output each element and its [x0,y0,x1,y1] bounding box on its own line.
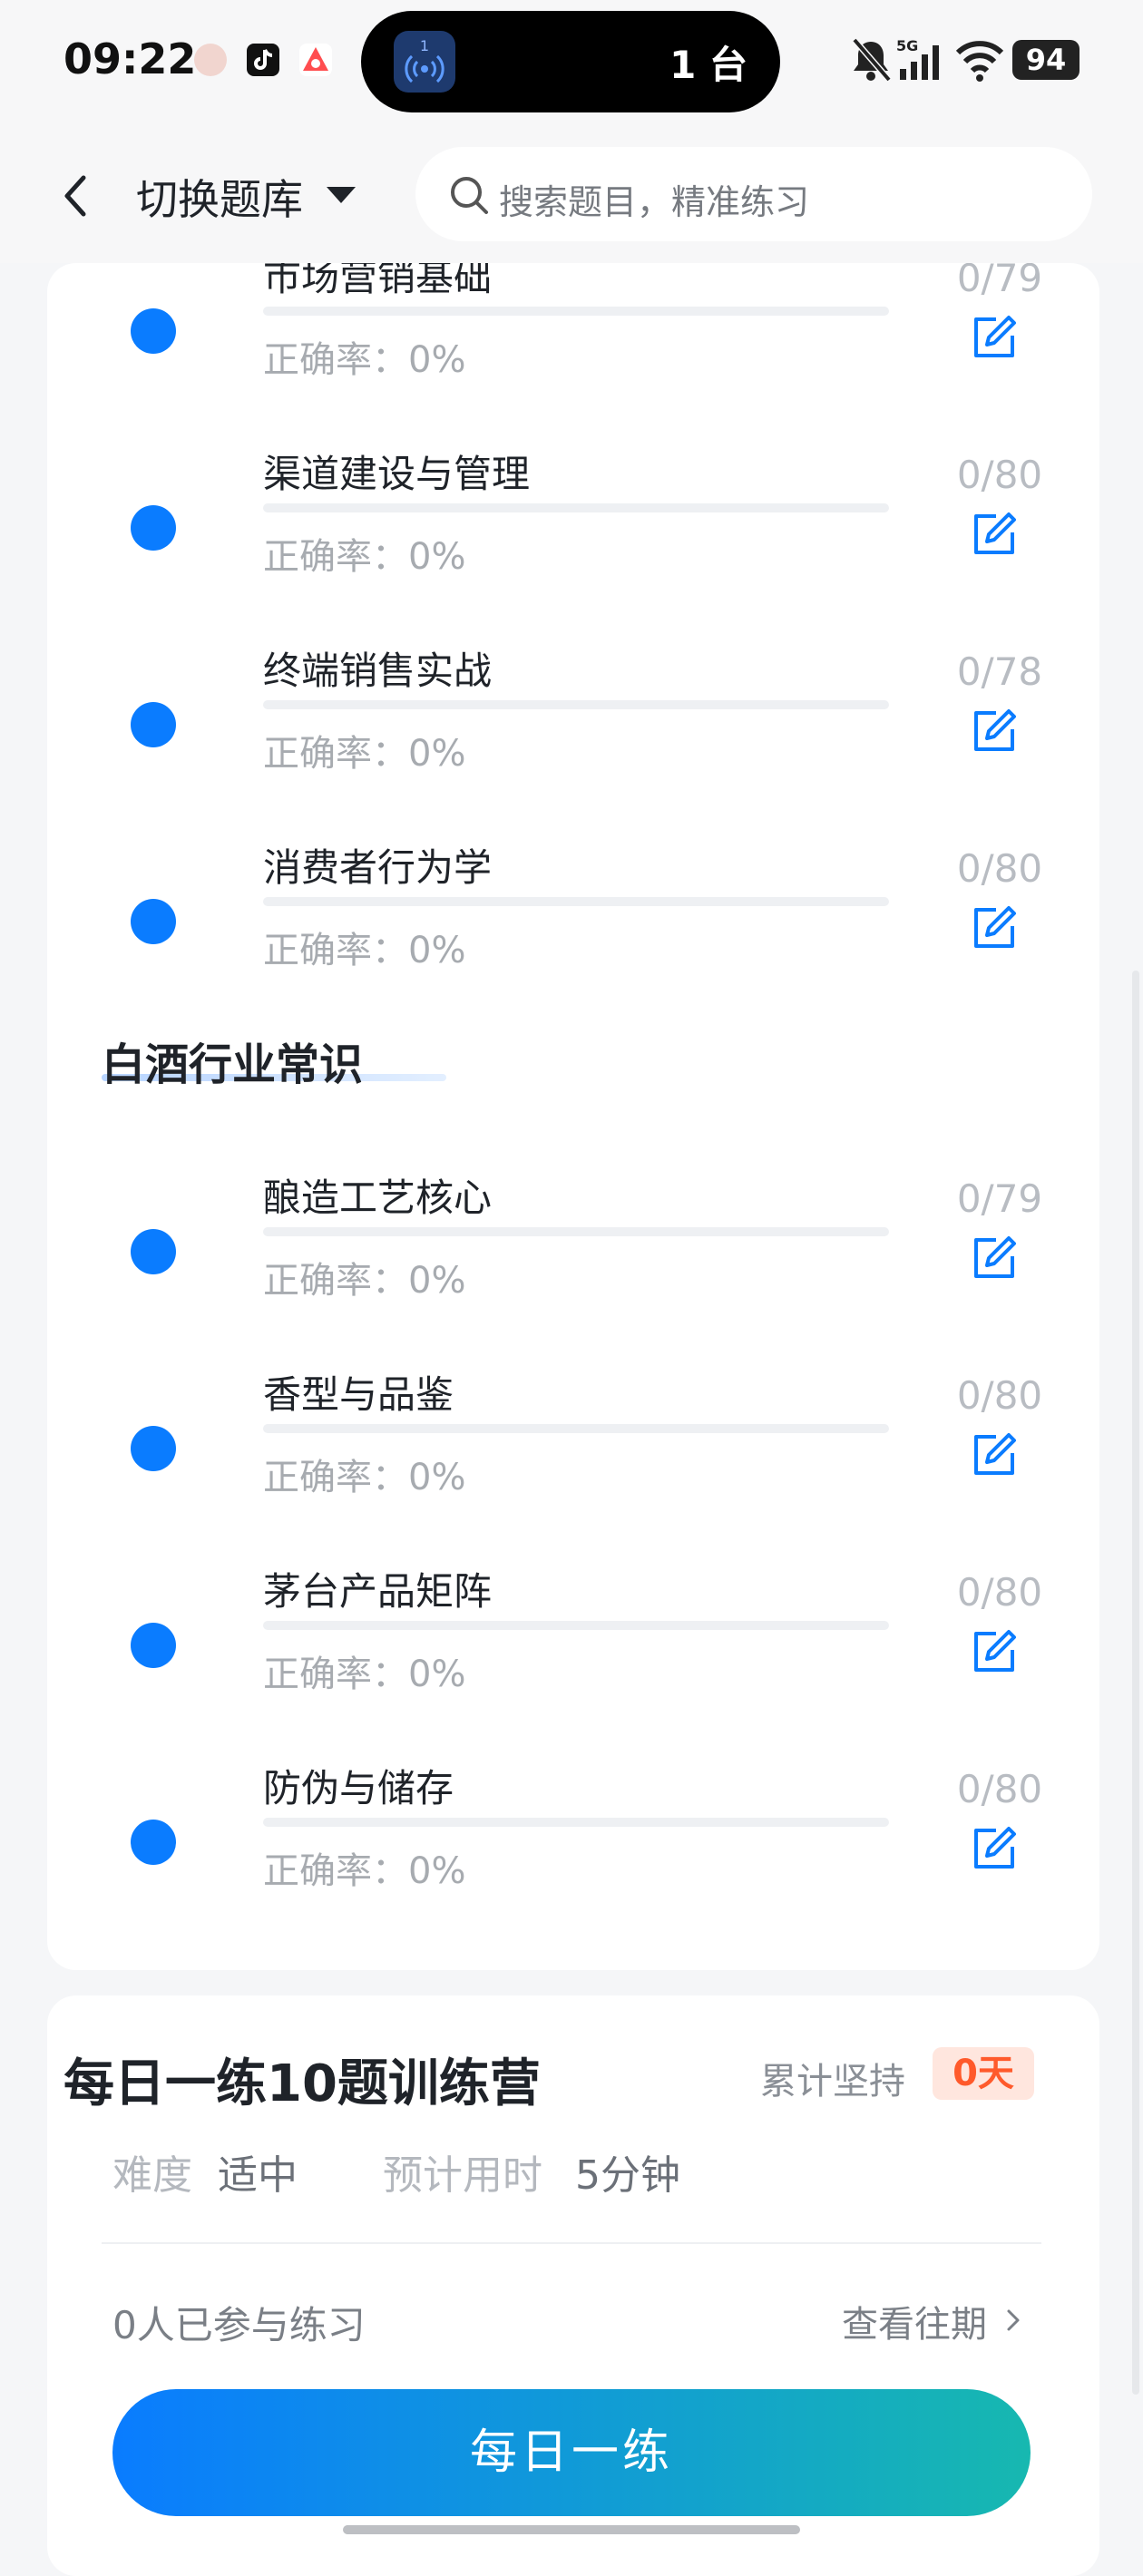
broadcast-icon: 1 [394,31,455,93]
top-nav: 切换题库 搜索题目，精准练习 [0,127,1143,263]
home-indicator[interactable] [343,2525,800,2534]
accuracy-label: 正确率：0% [263,1850,466,1892]
progress-count: 0/80 [956,453,1043,497]
edit-icon[interactable] [969,312,1020,363]
progress-count: 0/78 [956,649,1043,694]
list-item[interactable]: 终端销售实战 正确率：0% 0/78 [47,611,1099,808]
island-badge: 1 [420,37,429,54]
topic-title: 酿造工艺核心 [263,1176,493,1220]
progress-count: 0/80 [956,846,1043,891]
chevron-right-icon[interactable] [1003,2306,1023,2335]
status-dot [131,308,176,354]
status-dot [131,899,176,944]
progress-count: 0/79 [956,1176,1043,1221]
avatar-notification-icon [194,44,227,76]
list-item[interactable]: 防伪与储存 正确率：0% 0/80 [47,1729,1099,1926]
edit-icon[interactable] [969,509,1020,560]
cellular-signal-icon: 5G [896,36,947,87]
list-item[interactable]: 市场营销基础 正确率：0% 0/79 [47,263,1099,415]
status-dot [131,1623,176,1668]
topic-title: 香型与品鉴 [263,1372,454,1417]
list-item[interactable]: 酿造工艺核心 正确率：0% 0/79 [47,1138,1099,1335]
dynamic-island[interactable]: 1 1 台 [361,11,780,112]
status-dot [131,1426,176,1471]
accuracy-label: 正确率：0% [263,1654,466,1695]
list-item[interactable]: 茅台产品矩阵 正确率：0% 0/80 [47,1532,1099,1729]
progress-count: 0/79 [956,263,1043,300]
search-placeholder: 搜索题目，精准练习 [499,182,810,222]
search-bar[interactable]: 搜索题目，精准练习 [415,147,1092,241]
dropdown-caret-icon[interactable] [327,187,356,203]
status-time: 09:22 [64,34,197,83]
tiktok-notification-icon [247,44,279,76]
status-dot [131,1229,176,1274]
participants-count: 0人已参与练习 [112,2303,366,2347]
list-item[interactable]: 消费者行为学 正确率：0% 0/80 [47,808,1099,1005]
accuracy-label: 正确率：0% [263,339,466,381]
difficulty-label: 难度 [112,2152,192,2199]
mute-icon [849,36,893,87]
edit-icon[interactable] [969,1823,1020,1874]
progress-count: 0/80 [956,1373,1043,1418]
difficulty-value: 适中 [218,2152,298,2199]
app-notification-icon [299,44,332,76]
accuracy-label: 正确率：0% [263,1260,466,1302]
status-dot [131,1820,176,1865]
progress-bar [263,700,889,709]
status-dot [131,505,176,551]
section-title: 白酒行业常识 [102,1039,364,1090]
topic-title: 渠道建设与管理 [263,452,531,496]
progress-bar [263,1227,889,1236]
estimated-time-value: 5分钟 [575,2152,680,2199]
switch-question-bank-button[interactable]: 切换题库 [136,167,303,227]
progress-count: 0/80 [956,1570,1043,1615]
wifi-icon [954,36,1005,87]
search-icon [448,174,490,216]
back-arrow-icon[interactable] [54,169,100,223]
topic-title: 消费者行为学 [263,845,493,890]
list-item[interactable]: 香型与品鉴 正确率：0% 0/80 [47,1335,1099,1532]
progress-bar [263,1818,889,1827]
edit-icon[interactable] [969,706,1020,756]
streak-label: 累计坚持 [760,2061,905,2103]
topic-list-card: 市场营销基础 正确率：0% 0/79 渠道建设与管理 正确率：0% 0/80 终… [47,263,1099,1970]
streak-days-badge: 0天 [933,2047,1034,2100]
view-history-link[interactable]: 查看往期 [842,2295,987,2347]
accuracy-label: 正确率：0% [263,1457,466,1498]
divider [102,2242,1041,2244]
accuracy-label: 正确率：0% [263,536,466,578]
topic-title: 防伪与储存 [263,1766,454,1810]
island-text: 1 台 [669,43,747,87]
daily-practice-title: 每日一练10题训练营 [64,2054,541,2113]
progress-count: 0/80 [956,1767,1043,1811]
progress-bar [263,897,889,906]
scrollbar[interactable] [1132,971,1139,2395]
estimated-time-label: 预计用时 [383,2152,542,2199]
progress-bar [263,1424,889,1433]
status-bar: 09:22 1 1 台 5G 94 [0,0,1143,127]
accuracy-label: 正确率：0% [263,930,466,971]
edit-icon[interactable] [969,1429,1020,1480]
topic-title: 终端销售实战 [263,649,493,693]
edit-icon[interactable] [969,903,1020,953]
progress-bar [263,1621,889,1630]
progress-bar [263,503,889,512]
signal-label: 5G [896,37,918,54]
battery-indicator: 94 [1012,40,1080,80]
status-dot [131,702,176,747]
accuracy-label: 正确率：0% [263,733,466,775]
list-item[interactable]: 渠道建设与管理 正确率：0% 0/80 [47,415,1099,611]
daily-practice-button[interactable]: 每日一练 [112,2389,1031,2516]
topic-title: 茅台产品矩阵 [263,1569,493,1614]
edit-icon[interactable] [969,1233,1020,1283]
progress-bar [263,307,889,316]
edit-icon[interactable] [969,1626,1020,1677]
topic-title: 市场营销基础 [263,263,493,299]
